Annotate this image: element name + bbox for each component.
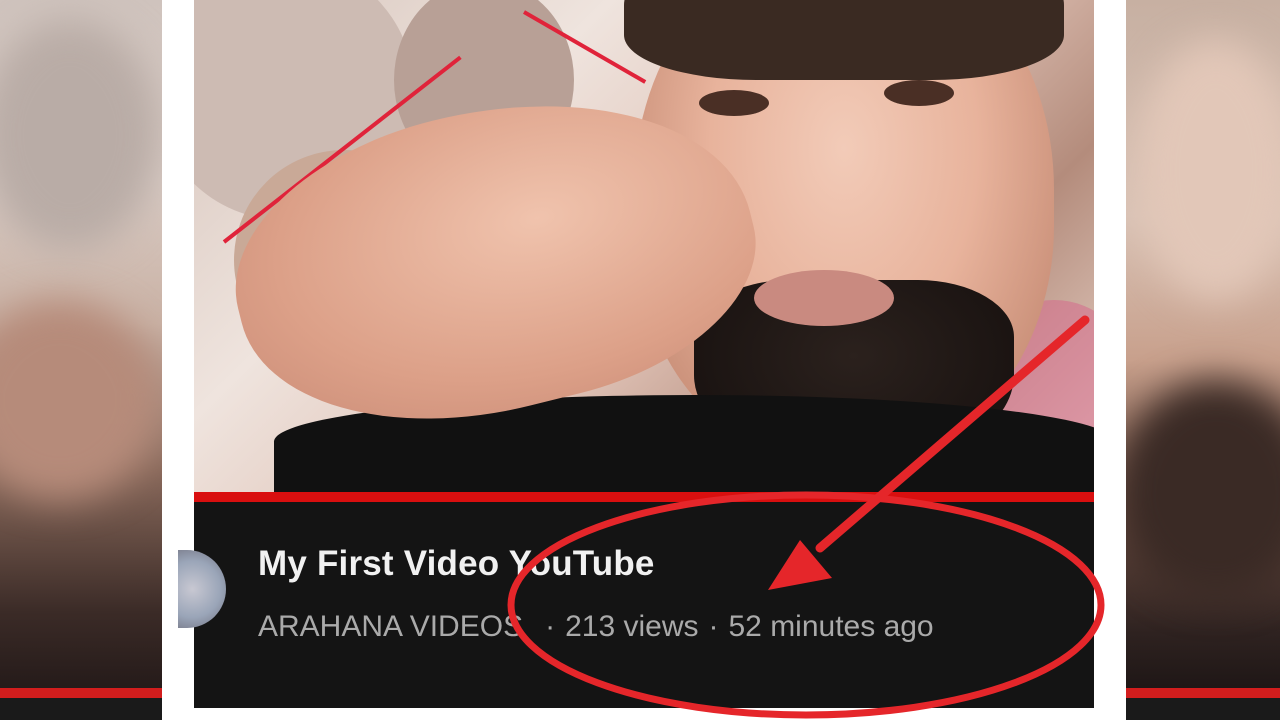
thumbnail-lips bbox=[754, 270, 894, 326]
thumbnail-eye bbox=[884, 80, 954, 106]
thumbnail-hair bbox=[624, 0, 1064, 80]
view-count: 213 views bbox=[565, 610, 699, 643]
watch-progress-bar bbox=[194, 492, 1094, 502]
thumbnail-eye bbox=[699, 90, 769, 116]
video-card[interactable]: My First Video YouTube ARAHANA VIDEOS · … bbox=[162, 0, 1126, 720]
channel-avatar[interactable] bbox=[178, 550, 226, 628]
video-title[interactable]: My First Video YouTube bbox=[258, 544, 655, 584]
video-thumbnail[interactable] bbox=[194, 0, 1094, 492]
video-info-bar[interactable]: My First Video YouTube ARAHANA VIDEOS · … bbox=[178, 492, 1094, 708]
meta-separator: · bbox=[708, 610, 719, 643]
video-meta: ARAHANA VIDEOS · 213 views · 52 minutes … bbox=[258, 610, 934, 644]
channel-name[interactable]: ARAHANA VIDEOS bbox=[258, 610, 523, 644]
blur-dark-band bbox=[0, 698, 162, 720]
blur-dark-band bbox=[1126, 698, 1280, 720]
blur-shape bbox=[0, 300, 160, 500]
card-bottom-edge bbox=[194, 708, 1094, 720]
blur-shape bbox=[0, 20, 160, 250]
blur-progress-band bbox=[0, 688, 162, 698]
background-blur-left bbox=[0, 0, 162, 720]
upload-age: 52 minutes ago bbox=[728, 610, 934, 643]
meta-separator: · bbox=[545, 610, 556, 643]
blur-shape bbox=[1136, 40, 1280, 300]
blur-progress-band bbox=[1126, 688, 1280, 698]
background-blur-right bbox=[1126, 0, 1280, 720]
blur-shape bbox=[1126, 380, 1280, 600]
